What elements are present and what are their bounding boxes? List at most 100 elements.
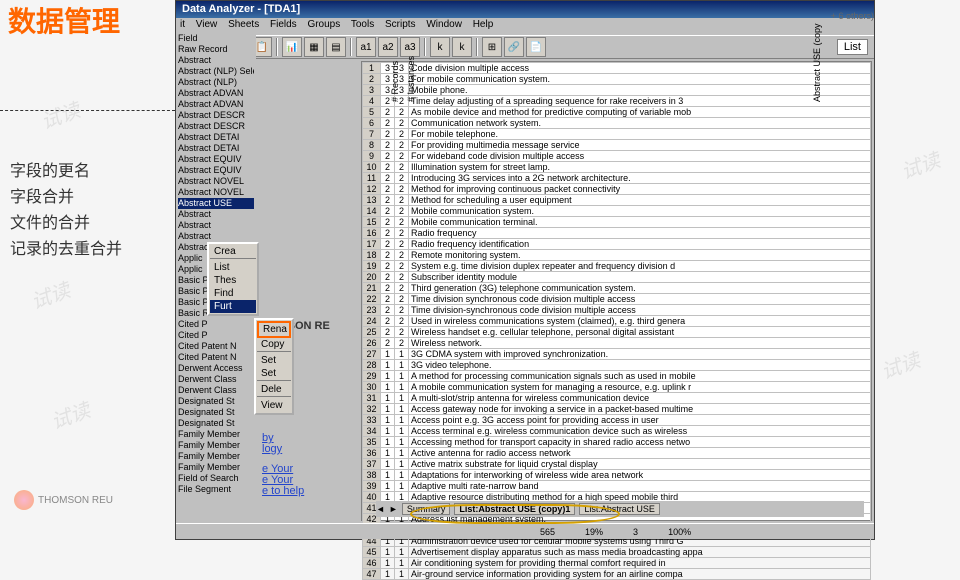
scroll-left-icon[interactable]: ◄ (376, 504, 385, 514)
field-item[interactable]: Abstract DETAI (178, 132, 254, 143)
sub-set2[interactable]: Set (257, 367, 291, 380)
table-row[interactable]: 2022Subscriber identity module (363, 272, 871, 283)
tool-chart-icon[interactable]: 📊 (282, 37, 302, 57)
helper-link-logy[interactable]: logy (262, 443, 282, 455)
field-item[interactable]: Cited Patent N (178, 341, 254, 352)
field-item[interactable]: Abstract (178, 231, 254, 242)
field-item[interactable]: Family Member (178, 462, 254, 473)
sub-view[interactable]: View (257, 399, 291, 412)
field-item[interactable]: Derwent Class (178, 385, 254, 396)
menu-window[interactable]: Window (426, 19, 462, 30)
field-item[interactable]: Abstract DESCR (178, 110, 254, 121)
field-item[interactable]: Raw Record (178, 44, 254, 55)
field-item[interactable]: Abstract DESCR (178, 121, 254, 132)
field-item[interactable]: Family Member (178, 429, 254, 440)
table-row[interactable]: 2622Wireless network. (363, 338, 871, 349)
table-row[interactable]: 622Communication network system. (363, 118, 871, 129)
field-item[interactable]: Designated St (178, 418, 254, 429)
table-row[interactable]: 3811Adaptations for interworking of wire… (363, 470, 871, 481)
table-row[interactable]: 28113G video telephone. (363, 360, 871, 371)
field-item[interactable]: Cited P (178, 319, 254, 330)
field-item[interactable]: Abstract (NLP) Selected (178, 66, 254, 77)
menu-scripts[interactable]: Scripts (385, 19, 416, 30)
field-item[interactable]: Abstract DETAI (178, 143, 254, 154)
menubar[interactable]: it View Sheets Fields Groups Tools Scrip… (176, 18, 874, 35)
table-row[interactable]: 2322Time division-synchronous code divis… (363, 305, 871, 316)
table-row[interactable]: 3211Access gateway node for invoking a s… (363, 404, 871, 415)
ctx-thesaurus[interactable]: Thes (210, 274, 256, 287)
field-item[interactable]: Abstract ADVAN (178, 88, 254, 99)
context-submenu[interactable]: Rena Copy Set Set Dele View (254, 318, 294, 415)
field-item[interactable]: Cited Patent N (178, 352, 254, 363)
table-row[interactable]: 1022Illumination system for street lamp. (363, 162, 871, 173)
table-row[interactable]: 2522Wireless handset e.g. cellular telep… (363, 327, 871, 338)
menu-tools[interactable]: Tools (351, 19, 374, 30)
sub-copy[interactable]: Copy (257, 338, 291, 351)
field-item[interactable]: Cited P (178, 330, 254, 341)
field-item[interactable]: Field of Search (178, 473, 254, 484)
field-item[interactable]: Derwent Access (178, 363, 254, 374)
sub-rename[interactable]: Rena (257, 321, 291, 338)
data-table[interactable]: # Records # Instances Abstract USE (copy… (361, 61, 872, 521)
table-row[interactable]: 3611Active antenna for radio access netw… (363, 448, 871, 459)
table-row[interactable]: 1322Method for scheduling a user equipme… (363, 195, 871, 206)
table-row[interactable]: 822For providing multimedia message serv… (363, 140, 871, 151)
table-row[interactable]: 922For wideband code division multiple a… (363, 151, 871, 162)
table-row[interactable]: 4711Air-ground service information provi… (363, 569, 871, 580)
ctx-find[interactable]: Find (210, 287, 256, 300)
field-item[interactable]: Abstract USE (178, 198, 254, 209)
menu-fields[interactable]: Fields (270, 19, 297, 30)
sub-set1[interactable]: Set (257, 354, 291, 367)
helper-link-help[interactable]: e to help (262, 485, 304, 497)
field-item[interactable]: Abstract ADVAN (178, 99, 254, 110)
menu-edit[interactable]: it (180, 19, 185, 30)
field-item[interactable]: Derwent Class (178, 374, 254, 385)
sub-delete[interactable]: Dele (257, 383, 291, 396)
table-row[interactable]: 722For mobile telephone. (363, 129, 871, 140)
field-item[interactable]: Family Member (178, 440, 254, 451)
field-item[interactable]: Designated St (178, 407, 254, 418)
ctx-further[interactable]: Furt (210, 300, 256, 313)
table-row[interactable]: 1722Radio frequency identification (363, 239, 871, 250)
table-row[interactable]: 1422Mobile communication system. (363, 206, 871, 217)
table-row[interactable]: 1822Remote monitoring system. (363, 250, 871, 261)
field-item[interactable]: Abstract EQUIV (178, 165, 254, 176)
field-item[interactable]: Abstract (NLP) (178, 77, 254, 88)
table-row[interactable]: 1922System e.g. time division duplex rep… (363, 261, 871, 272)
tool-grid-icon[interactable]: ▤ (326, 37, 346, 57)
table-row[interactable]: 3511Accessing method for transport capac… (363, 437, 871, 448)
field-item[interactable]: Abstract (178, 209, 254, 220)
table-row[interactable]: 3411Access terminal e.g. wireless commun… (363, 426, 871, 437)
table-row[interactable]: 4511Advertisement display apparatus such… (363, 547, 871, 558)
table-row[interactable]: 3911Adaptive multi rate-narrow band (363, 481, 871, 492)
table-row[interactable]: 1122Introducing 3G services into a 2G ne… (363, 173, 871, 184)
field-item[interactable]: Abstract NOVEL (178, 187, 254, 198)
field-item[interactable]: Abstract NOVEL (178, 176, 254, 187)
table-row[interactable]: 2222Time division synchronous code divis… (363, 294, 871, 305)
field-item[interactable]: Abstract EQUIV (178, 154, 254, 165)
field-item[interactable]: Abstract (178, 55, 254, 66)
table-row[interactable]: 522As mobile device and method for predi… (363, 107, 871, 118)
menu-sheets[interactable]: Sheets (228, 19, 259, 30)
ctx-list[interactable]: List (210, 261, 256, 274)
field-item[interactable]: File Segment (178, 484, 254, 495)
ctx-create[interactable]: Crea (210, 245, 256, 258)
table-row[interactable]: 1522Mobile communication terminal. (363, 217, 871, 228)
tool-table-icon[interactable]: ▦ (304, 37, 324, 57)
table-row[interactable]: 4611Air conditioning system for providin… (363, 558, 871, 569)
menu-help[interactable]: Help (473, 19, 494, 30)
menu-groups[interactable]: Groups (307, 19, 340, 30)
context-menu[interactable]: Crea List Thes Find Furt (207, 242, 259, 316)
table-row[interactable]: 27113G CDMA system with improved synchro… (363, 349, 871, 360)
field-item[interactable]: Family Member (178, 451, 254, 462)
menu-view[interactable]: View (196, 19, 218, 30)
field-item[interactable]: Designated St (178, 396, 254, 407)
scroll-right-icon[interactable]: ► (389, 504, 398, 514)
table-row[interactable]: 3111A multi-slot/strip antenna for wirel… (363, 393, 871, 404)
table-row[interactable]: 2911A method for processing communicatio… (363, 371, 871, 382)
table-row[interactable]: 3311Access point e.g. 3G access point fo… (363, 415, 871, 426)
table-row[interactable]: 2422Used in wireless communications syst… (363, 316, 871, 327)
table-row[interactable]: 2122Third generation (3G) telephone comm… (363, 283, 871, 294)
field-item[interactable]: Abstract (178, 220, 254, 231)
table-row[interactable]: 3711Active matrix substrate for liquid c… (363, 459, 871, 470)
